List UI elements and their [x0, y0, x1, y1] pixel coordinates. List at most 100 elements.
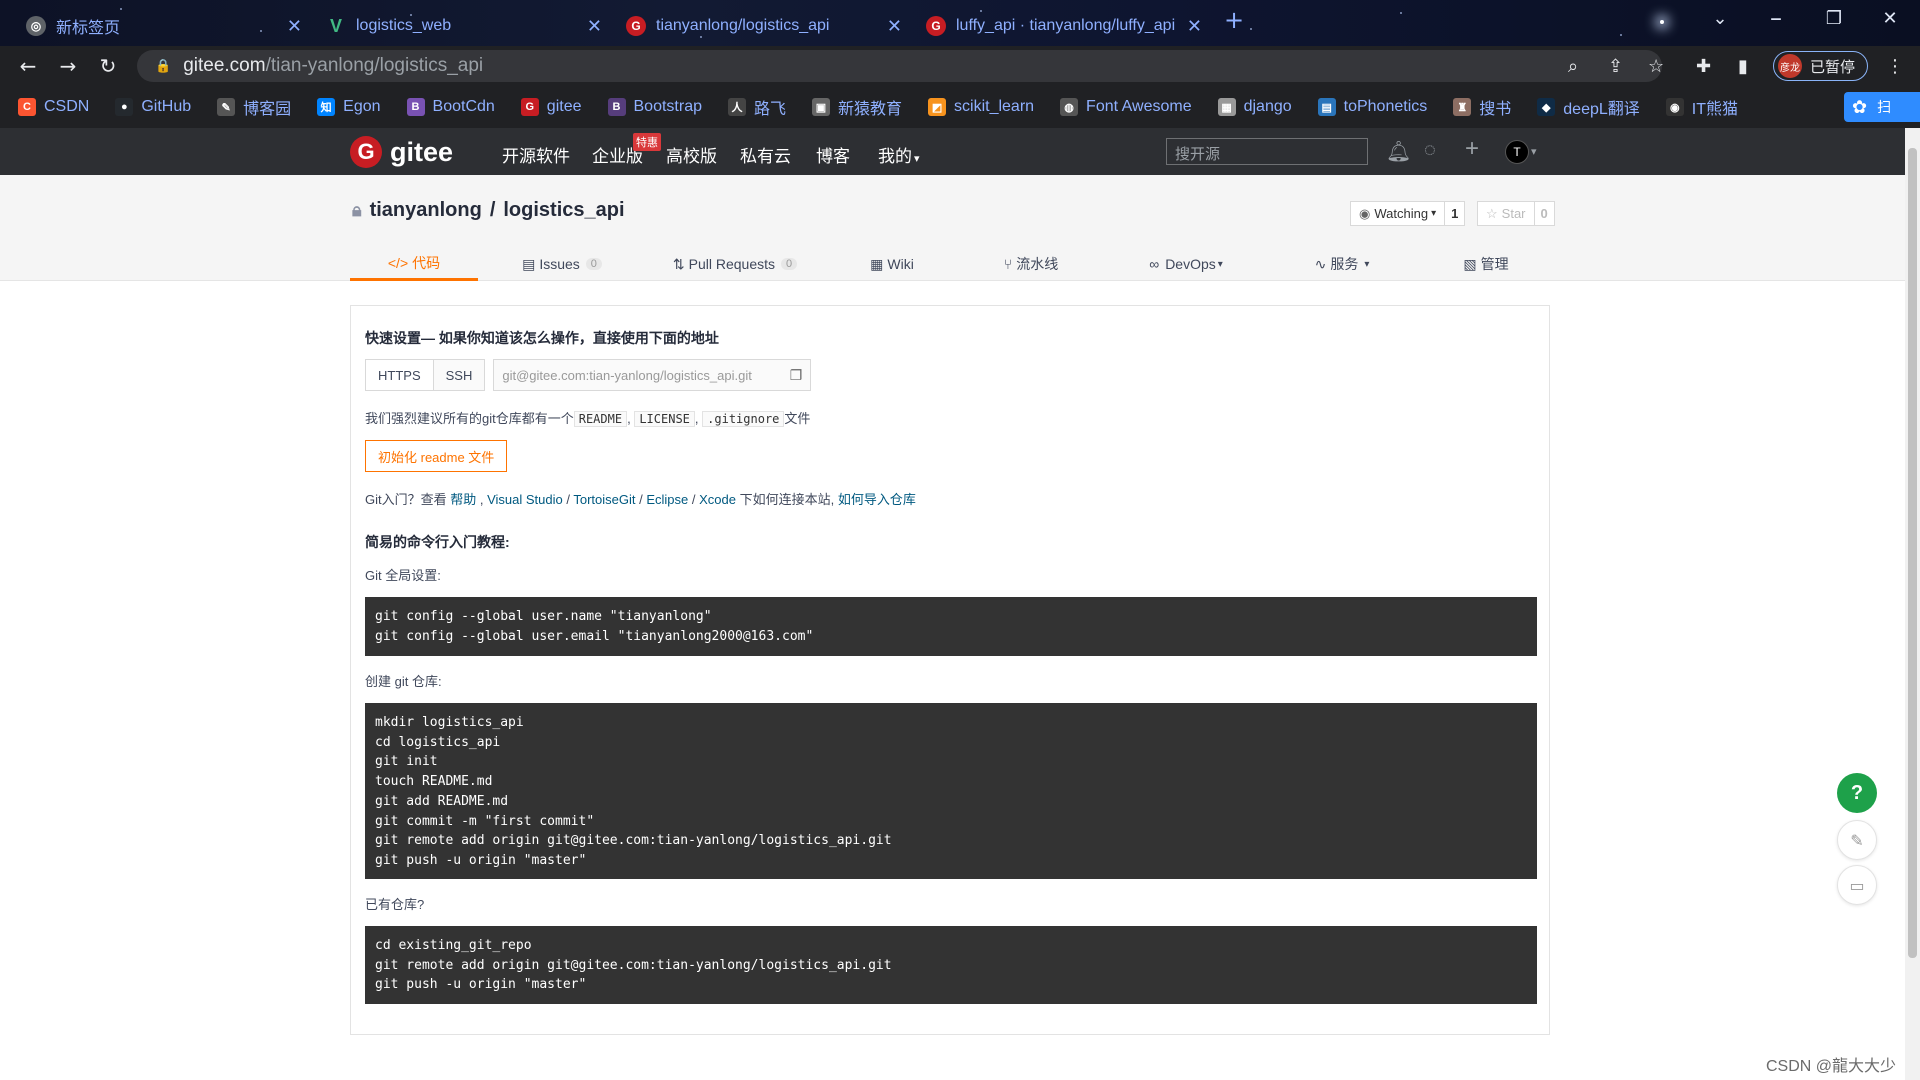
gitee-logo[interactable]: G gitee [350, 136, 453, 168]
nav-open-source[interactable]: 开源软件 [502, 142, 570, 167]
bookmark-item[interactable]: B Bootstrap [607, 98, 702, 116]
help-button[interactable]: ? [1837, 773, 1877, 813]
nav-mine[interactable]: 我的 ▾ [878, 142, 920, 167]
feedback-edit-icon[interactable]: ✎ [1837, 820, 1877, 860]
pull-request-icon: ⇅ [672, 255, 685, 272]
bookmark-item[interactable]: ◩ scikit_learn [928, 98, 1034, 116]
bookmark-item[interactable]: C CSDN [18, 98, 89, 116]
watch-button[interactable]: ◉ Watching ▾ 1 [1350, 201, 1466, 226]
repo-tabs: </> 代码 ▤ Issues 0 ⇅ Pull Requests 0 ▦ Wiki ⑂ 流水… [0, 247, 1905, 281]
bookmark-item[interactable]: ▦ django [1217, 98, 1292, 116]
bell-icon[interactable]: 🔔︎ [1386, 139, 1411, 164]
import-repo-link[interactable]: 如何导入仓库 [838, 492, 916, 507]
bookmark-icon: ◆ [1537, 98, 1556, 116]
bookmark-item[interactable]: ◍ Font Awesome [1060, 98, 1192, 116]
tab-manage[interactable]: ▧ 管理 [1446, 247, 1526, 281]
plus-icon[interactable]: + [1465, 135, 1479, 163]
browser-tab-new[interactable]: ◎ 新标签页 ✕ [14, 6, 314, 46]
caret-down-icon[interactable]: ▾ [1531, 145, 1537, 158]
chat-icon[interactable]: ▭ [1837, 865, 1877, 905]
browser-tab-luffy-api[interactable]: G luffy_api · tianyanlong/luffy_api ✕ [914, 6, 1214, 46]
scrollbar-thumb[interactable] [1908, 148, 1917, 958]
bookmark-label: Bootstrap [633, 98, 702, 115]
tab-wiki[interactable]: ▦ Wiki [852, 247, 932, 281]
tab-title: 新标签页 [56, 20, 121, 37]
bookmark-item[interactable]: Ggitee [520, 98, 582, 116]
init-readme-button[interactable]: 初始化 readme 文件 [365, 440, 508, 472]
tab-label: Wiki [887, 256, 914, 272]
tab-devops[interactable]: ∞ DevOps ▾ [1136, 247, 1236, 281]
bookmark-item[interactable]: B BootCdn [406, 98, 495, 116]
private-lock-icon: 🔒︎ [352, 200, 362, 220]
star-button[interactable]: ☆ Star 0 [1477, 201, 1555, 226]
profile-button[interactable]: 彦龙 已暂停 [1773, 51, 1868, 81]
bookmark-item[interactable]: ▣ 新猿教育 [812, 95, 902, 119]
share-icon[interactable]: ⇪ [1608, 56, 1623, 77]
bookmark-item[interactable]: ▤ toPhonetics [1317, 98, 1427, 116]
extensions-icon[interactable]: ✚ [1696, 56, 1711, 77]
search-input[interactable]: 搜开源 [1166, 138, 1368, 165]
bookmarks-bar: C CSDN ● GitHub ✎ 博客园 知 Egon B BootCdn Ggitee B Boot… [0, 86, 1920, 128]
tab-code[interactable]: </> 代码 [350, 247, 478, 281]
restore-button[interactable]: ❐ [1814, 8, 1854, 29]
close-icon[interactable]: ✕ [1187, 16, 1202, 37]
location-pin-icon[interactable]: ◌ [1424, 139, 1436, 162]
browser-tab-logistics-web[interactable]: V logistics_web ✕ [314, 6, 614, 46]
tab-service[interactable]: ∿ 服务 ▾ [1302, 247, 1382, 281]
bookmark-item[interactable]: ● GitHub [115, 98, 191, 116]
bookmark-star-icon[interactable]: ☆ [1648, 56, 1664, 77]
close-icon[interactable]: ✕ [587, 16, 602, 37]
minimize-button[interactable]: – [1756, 4, 1796, 32]
repo-name[interactable]: logistics_api [503, 199, 624, 222]
close-icon[interactable]: ✕ [287, 16, 302, 37]
bookmark-item[interactable]: 知 Egon [317, 98, 381, 116]
ssh-button[interactable]: SSH [433, 359, 486, 391]
git-intro-middle: 下如何连接本站, [735, 492, 838, 507]
close-window-button[interactable]: ✕ [1870, 8, 1910, 29]
address-bar[interactable]: 🔒 gitee.com/tian-yanlong/logistics_api [137, 50, 1662, 82]
bookmark-label: IT熊猫 [1691, 101, 1738, 118]
tortoisegit-link[interactable]: TortoiseGit [573, 492, 635, 507]
star-count: 0 [1540, 206, 1548, 221]
tab-issues[interactable]: ▤ Issues 0 [498, 247, 626, 281]
tab-title: luffy_api · tianyanlong/luffy_api [956, 17, 1176, 34]
eclipse-link[interactable]: Eclipse [646, 492, 688, 507]
back-arrow-icon[interactable]: ← [8, 54, 48, 78]
nav-blog[interactable]: 博客 [816, 142, 850, 167]
copy-icon[interactable]: ❐ [790, 367, 803, 384]
caret-down-icon: ▾ [1217, 258, 1223, 270]
tab-pull-requests[interactable]: ⇅ Pull Requests 0 [660, 247, 810, 281]
nav-education[interactable]: 高校版 [666, 142, 717, 167]
gitee-icon: G [926, 16, 946, 36]
clone-url-field[interactable]: git@gitee.com:tian-yanlong/logistics_api… [493, 359, 812, 391]
https-button[interactable]: HTTPS [365, 359, 434, 391]
help-link[interactable]: 帮助 [450, 492, 476, 507]
bookmark-item[interactable]: 人路飞 [727, 95, 786, 119]
visual-studio-link[interactable]: Visual Studio [487, 492, 563, 507]
bookmark-item[interactable]: ✎ 博客园 [217, 95, 291, 119]
bookmark-item[interactable]: ◉ IT熊猫 [1665, 95, 1738, 119]
bookmark-item[interactable]: ◆ deepL翻译 [1537, 95, 1640, 119]
close-icon[interactable]: ✕ [887, 16, 902, 37]
reload-icon[interactable]: ↻ [88, 54, 128, 78]
user-avatar[interactable]: T [1505, 140, 1529, 164]
bookmark-icon: ♜ [1453, 98, 1472, 116]
nav-private-cloud[interactable]: 私有云 [740, 142, 791, 167]
xcode-link[interactable]: Xcode [699, 492, 736, 507]
tab-search-icon[interactable]: ⌄ [1700, 8, 1740, 29]
bookmark-item[interactable]: ♜ 搜书 [1453, 95, 1511, 119]
new-tab-button[interactable]: + [1214, 6, 1254, 34]
menu-kebab-icon[interactable]: ⋮ [1886, 56, 1904, 77]
browser-tab-logistics-api[interactable]: G tianyanlong/logistics_api ✕ [614, 6, 914, 46]
repo-owner[interactable]: tianyanlong [370, 199, 482, 222]
side-panel-icon[interactable]: ▮ [1738, 56, 1748, 77]
zoom-search-icon[interactable]: ⌕ [1568, 56, 1578, 77]
forward-arrow-icon[interactable]: → [48, 54, 88, 78]
page-scrollbar[interactable] [1905, 128, 1920, 1080]
existing-repo-label: 已有仓库? [365, 897, 425, 912]
profile-status: 已暂停 [1810, 57, 1856, 76]
bookmark-icon: ▤ [1317, 98, 1336, 116]
tab-pipeline[interactable]: ⑂ 流水线 [986, 247, 1076, 281]
extension-badge[interactable]: ✿ 扫 [1844, 92, 1920, 122]
separator: / [688, 492, 700, 507]
